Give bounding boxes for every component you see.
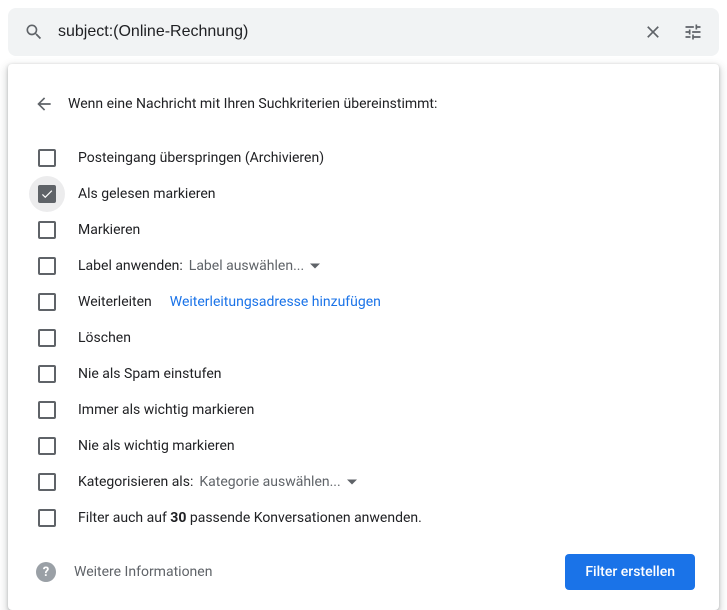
option-delete[interactable]: Löschen xyxy=(8,320,719,356)
option-label: Als gelesen markieren xyxy=(78,186,216,202)
checkbox-icon[interactable] xyxy=(38,365,56,383)
back-icon[interactable] xyxy=(24,84,64,124)
search-input[interactable] xyxy=(54,23,633,41)
option-always-important[interactable]: Immer als wichtig markieren xyxy=(8,392,719,428)
option-skip-inbox[interactable]: Posteingang überspringen (Archivieren) xyxy=(8,140,719,176)
option-never-important[interactable]: Nie als wichtig markieren xyxy=(8,428,719,464)
checkbox-icon[interactable] xyxy=(38,221,56,239)
checkbox-icon[interactable] xyxy=(38,257,56,275)
panel-footer: ? Weitere Informationen Filter erstellen xyxy=(8,536,719,594)
tune-icon[interactable] xyxy=(673,12,713,52)
option-label: Löschen xyxy=(78,330,131,346)
search-bar xyxy=(8,8,719,56)
more-info-link[interactable]: Weitere Informationen xyxy=(74,564,565,580)
panel-title: Wenn eine Nachricht mit Ihren Suchkriter… xyxy=(68,96,437,112)
option-apply-label[interactable]: Label anwenden: Label auswählen... xyxy=(8,248,719,284)
checkbox-icon[interactable] xyxy=(38,509,56,527)
option-apply-existing[interactable]: Filter auch auf 30 passende Konversation… xyxy=(8,500,719,536)
option-label: Nie als wichtig markieren xyxy=(78,438,235,454)
checkbox-icon[interactable] xyxy=(38,185,56,203)
close-icon[interactable] xyxy=(633,12,673,52)
option-label: Weiterleiten xyxy=(78,294,152,310)
checkbox-icon[interactable] xyxy=(38,401,56,419)
option-label: Nie als Spam einstufen xyxy=(78,366,222,382)
dropdown-text: Kategorie auswählen... xyxy=(199,474,340,490)
option-never-spam[interactable]: Nie als Spam einstufen xyxy=(8,356,719,392)
dropdown-text: Label auswählen... xyxy=(189,258,304,274)
option-label: Posteingang überspringen (Archivieren) xyxy=(78,150,324,166)
checkbox-icon[interactable] xyxy=(38,149,56,167)
option-forward[interactable]: Weiterleiten Weiterleitungsadresse hinzu… xyxy=(8,284,719,320)
panel-header: Wenn eine Nachricht mit Ihren Suchkriter… xyxy=(8,80,719,140)
create-filter-button[interactable]: Filter erstellen xyxy=(565,554,695,590)
chevron-down-icon xyxy=(347,477,357,487)
checkbox-icon[interactable] xyxy=(38,473,56,491)
option-label: Kategorisieren als: xyxy=(78,474,193,490)
option-label: Filter auch auf 30 passende Konversation… xyxy=(78,510,422,526)
option-label: Markieren xyxy=(78,222,140,238)
checkbox-icon[interactable] xyxy=(38,293,56,311)
option-star[interactable]: Markieren xyxy=(8,212,719,248)
filter-panel: Wenn eine Nachricht mit Ihren Suchkriter… xyxy=(8,64,719,610)
option-label: Label anwenden: xyxy=(78,258,183,274)
category-dropdown[interactable]: Kategorie auswählen... xyxy=(199,474,356,490)
option-categorize[interactable]: Kategorisieren als: Kategorie auswählen.… xyxy=(8,464,719,500)
checkbox-icon[interactable] xyxy=(38,437,56,455)
checkbox-icon[interactable] xyxy=(38,329,56,347)
search-icon[interactable] xyxy=(14,12,54,52)
help-icon[interactable]: ? xyxy=(36,562,56,582)
label-dropdown[interactable]: Label auswählen... xyxy=(189,258,320,274)
chevron-down-icon xyxy=(310,261,320,271)
option-mark-read[interactable]: Als gelesen markieren xyxy=(8,176,719,212)
option-label: Immer als wichtig markieren xyxy=(78,402,254,418)
add-forwarding-link[interactable]: Weiterleitungsadresse hinzufügen xyxy=(170,294,381,310)
